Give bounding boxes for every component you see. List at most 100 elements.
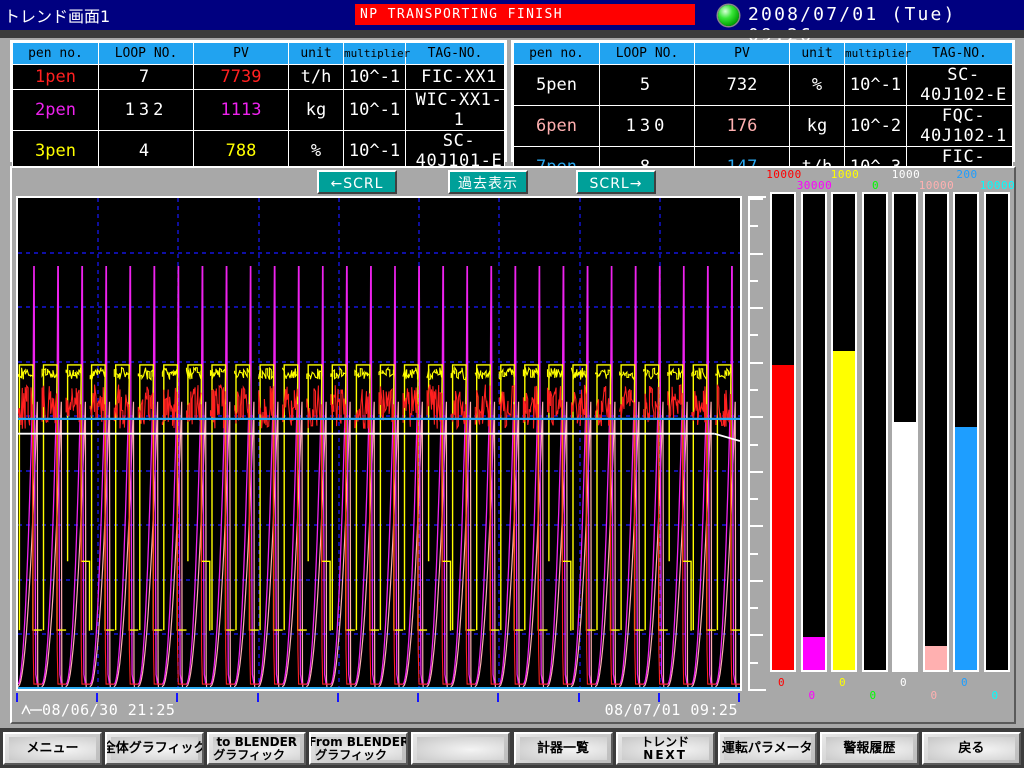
time-tick bbox=[417, 693, 419, 702]
bar-gauge[interactable] bbox=[831, 192, 857, 672]
cell-tag-no: FIC-XX1 bbox=[405, 64, 505, 90]
toolbar-button-9[interactable]: 警報履歴 bbox=[819, 732, 919, 765]
bar-gauge[interactable] bbox=[800, 192, 827, 672]
toolbar-button-face: 全体グラフィック bbox=[107, 737, 202, 760]
titlebar-divider bbox=[0, 30, 1024, 38]
col-header-tag-no: TAG-NO. bbox=[405, 42, 505, 65]
bar-gauge-fill bbox=[772, 365, 794, 670]
col-header-pen-no: pen no. bbox=[12, 42, 99, 65]
bar-gauge-fill bbox=[955, 427, 977, 670]
cell-loop-no: 5 bbox=[599, 64, 695, 106]
toolbar-button-sublabel: グラフィック bbox=[213, 747, 285, 762]
bar-scale-low-label: 0 bbox=[839, 676, 846, 689]
toolbar-button-label: 全体グラフィック bbox=[105, 741, 205, 756]
col-header-loop-no: LOOP NO. bbox=[98, 42, 194, 65]
col-header-loop-no: LOOP NO. bbox=[599, 42, 695, 65]
ruler-tick bbox=[750, 634, 763, 636]
col-header-multiplier: multiplier bbox=[844, 42, 911, 65]
toolbar-button-8[interactable]: 運転パラメータ bbox=[717, 732, 817, 765]
cell-pv: 732 bbox=[694, 64, 790, 106]
scroll-left-button[interactable]: ←SCRL bbox=[317, 170, 397, 194]
cell-loop-no: 7 bbox=[98, 64, 194, 90]
cell-pv: 7739 bbox=[193, 64, 289, 90]
time-tick bbox=[96, 693, 98, 702]
cell-tag-no: FQC-40J102-1 bbox=[906, 105, 1013, 147]
table-row[interactable]: 5pen 5 732% 10^-1 SC-40J102-E bbox=[513, 64, 1013, 106]
ruler-tick bbox=[750, 280, 758, 282]
toolbar-button-label: 警報履歴 bbox=[843, 741, 896, 756]
cell-multiplier: 10^-1 bbox=[343, 64, 406, 90]
toolbar-button-3[interactable]: to BLENDER グラフィック bbox=[207, 732, 307, 765]
col-header-unit: unit bbox=[288, 42, 344, 65]
time-tick bbox=[578, 693, 580, 702]
ruler-tick bbox=[750, 198, 763, 200]
status-lamp-icon bbox=[718, 5, 739, 26]
toolbar-button-10[interactable]: 戻る bbox=[921, 732, 1021, 765]
cell-pen-no: 5pen bbox=[513, 64, 600, 106]
toolbar-button-2[interactable]: 全体グラフィック bbox=[105, 732, 205, 765]
cell-multiplier: 10^-1 bbox=[844, 64, 907, 106]
trend-scale-ruler bbox=[748, 196, 766, 691]
toolbar-button-label: 計器一覧 bbox=[537, 741, 590, 756]
cell-unit: % bbox=[789, 64, 845, 106]
table-row[interactable]: 1pen 7 7739 t/h 10^-1 FIC-XX1 bbox=[12, 64, 505, 90]
bar-gauge[interactable] bbox=[861, 192, 888, 672]
toolbar-button-label: From BLENDER bbox=[309, 734, 409, 749]
toolbar-button-face: to BLENDER グラフィック bbox=[213, 734, 301, 762]
bar-scale-low-label: 0 bbox=[930, 689, 938, 702]
bar-gauge[interactable] bbox=[922, 192, 949, 672]
time-tick bbox=[738, 693, 740, 702]
toolbar-button-face: 計器一覧 bbox=[519, 737, 607, 760]
time-axis-end: 08/07/01 09:25 bbox=[604, 701, 738, 719]
trend-graph[interactable] bbox=[16, 196, 742, 691]
ruler-tick bbox=[750, 253, 763, 255]
cell-pv: 176 bbox=[694, 105, 790, 147]
past-display-button[interactable]: 過去表示 bbox=[448, 170, 528, 194]
ruler-tick bbox=[750, 362, 763, 364]
toolbar-button-label: to BLENDER bbox=[216, 734, 298, 749]
bar-gauge[interactable] bbox=[770, 192, 796, 672]
page-title: トレンド画面1 bbox=[4, 7, 111, 26]
ruler-tick bbox=[750, 416, 763, 418]
bar-gauge-fill bbox=[802, 636, 825, 670]
bar-gauge[interactable] bbox=[892, 192, 918, 672]
time-axis: 08/06/30 21:25 08/07/01 09:25 bbox=[16, 693, 742, 721]
cell-pen-no: 1pen bbox=[12, 64, 99, 90]
alarm-banner: NP TRANSPORTING FINISH bbox=[355, 4, 695, 25]
toolbar-button-face: メニュー bbox=[9, 737, 97, 760]
bar-scale-low-label: 0 bbox=[961, 676, 968, 689]
time-tick bbox=[257, 693, 259, 702]
bar-scale-low-label: 0 bbox=[991, 689, 999, 702]
time-cursor-icon bbox=[21, 704, 42, 715]
ruler-tick bbox=[750, 525, 763, 527]
table-row[interactable]: 6pen 130 176 kg 10^-2 FQC-40J102-1 bbox=[513, 105, 1013, 147]
toolbar-button-label: 戻る bbox=[958, 741, 985, 756]
ruler-tick bbox=[750, 689, 763, 691]
table-header-row: pen no. LOOP NO. PV unit multiplier TAG-… bbox=[513, 42, 1013, 65]
table-header-row: pen no. LOOP NO. PV unit multiplier TAG-… bbox=[12, 42, 505, 65]
toolbar-button-face: 運転パラメータ bbox=[722, 737, 813, 760]
toolbar-button-6[interactable]: 計器一覧 bbox=[513, 732, 613, 765]
bar-gauge[interactable] bbox=[983, 192, 1010, 672]
toolbar-button-5[interactable] bbox=[411, 732, 511, 765]
cell-unit: t/h bbox=[288, 64, 344, 90]
pen-table-left: pen no. LOOP NO. PV unit multiplier TAG-… bbox=[10, 40, 507, 197]
bar-scale-low-label: 0 bbox=[869, 689, 877, 702]
col-header-pv: PV bbox=[694, 42, 790, 65]
toolbar-button-1[interactable]: メニュー bbox=[3, 732, 103, 765]
toolbar-button-7[interactable]: トレンド NEXT bbox=[615, 732, 715, 765]
cell-multiplier: 10^-1 bbox=[343, 89, 406, 131]
scroll-right-button[interactable]: SCRL→ bbox=[576, 170, 656, 194]
table-row[interactable]: 2pen 132 1113 kg 10^-1 WIC-XX1-1 bbox=[12, 89, 505, 131]
bar-gauge-fill bbox=[894, 422, 916, 670]
bottom-toolbar: メニュー 全体グラフィック to BLENDER グラフィック From BLENDER… bbox=[0, 728, 1024, 768]
cell-pv: 1113 bbox=[193, 89, 289, 131]
ruler-tick bbox=[750, 307, 763, 309]
bar-gauge[interactable] bbox=[953, 192, 979, 672]
ruler-tick bbox=[750, 580, 763, 582]
toolbar-button-4[interactable]: From BLENDER グラフィック bbox=[309, 732, 409, 765]
bar-scale-high-label: 10000 bbox=[979, 179, 1016, 192]
col-header-unit: unit bbox=[789, 42, 845, 65]
toolbar-button-sublabel: NEXT bbox=[643, 747, 687, 762]
cell-pen-no: 6pen bbox=[513, 105, 600, 147]
